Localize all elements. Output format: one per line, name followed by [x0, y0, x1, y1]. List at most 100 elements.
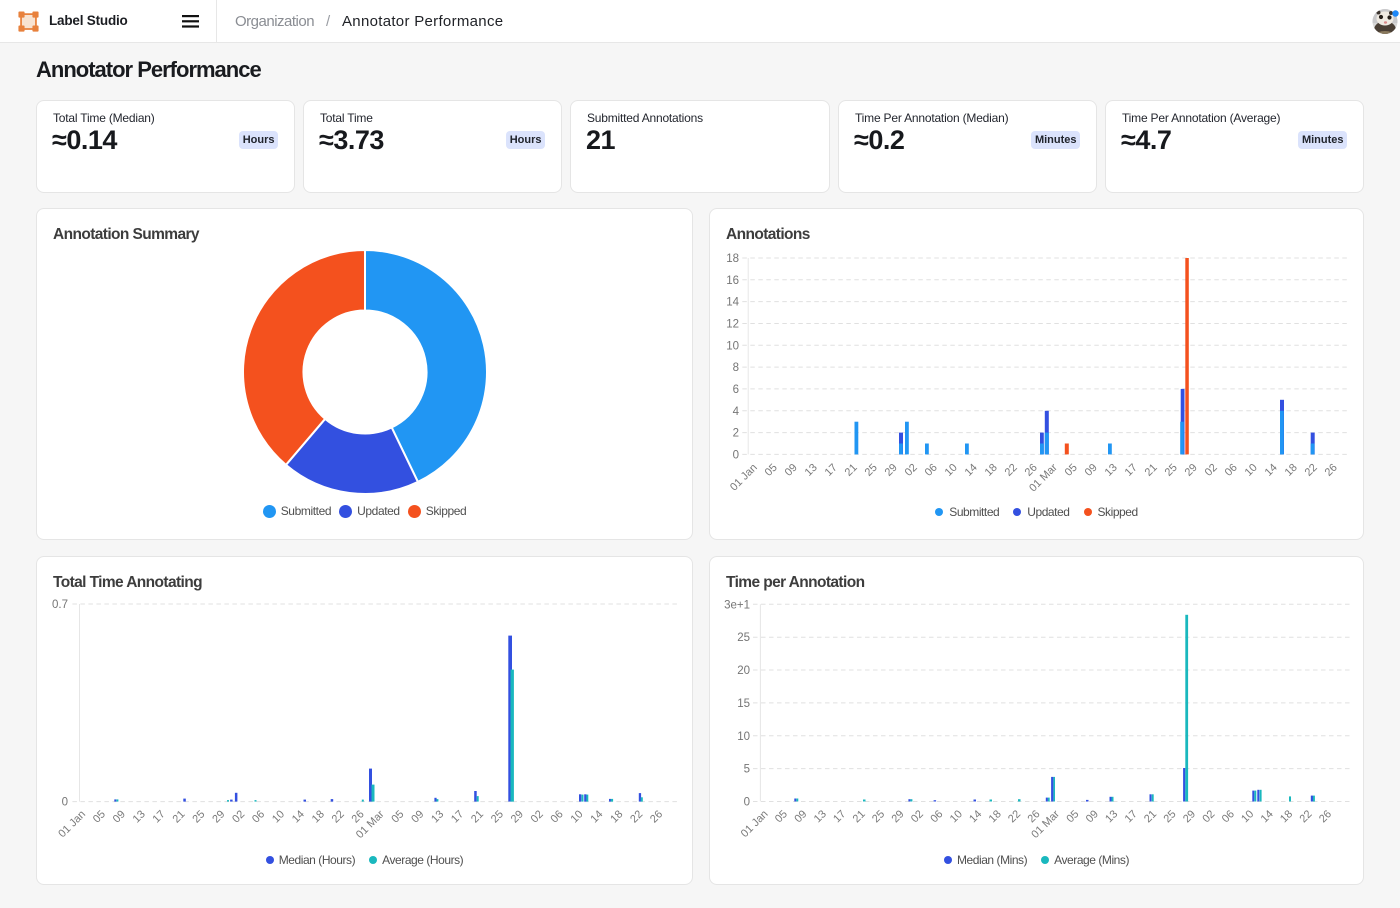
svg-text:10: 10	[270, 808, 287, 825]
svg-text:13: 13	[803, 462, 820, 479]
svg-text:25: 25	[1161, 808, 1178, 825]
svg-text:0: 0	[744, 797, 750, 809]
svg-text:10: 10	[568, 808, 585, 825]
svg-text:22: 22	[330, 808, 347, 825]
svg-text:13: 13	[131, 808, 148, 825]
svg-text:17: 17	[449, 808, 466, 825]
svg-text:8: 8	[733, 362, 739, 374]
svg-text:17: 17	[151, 808, 168, 825]
svg-text:22: 22	[1303, 462, 1320, 479]
svg-text:5: 5	[744, 764, 750, 776]
svg-text:29: 29	[509, 808, 526, 825]
svg-text:05: 05	[773, 808, 790, 825]
svg-text:29: 29	[889, 808, 906, 825]
svg-text:09: 09	[783, 462, 800, 479]
svg-text:14: 14	[726, 297, 739, 309]
svg-text:0: 0	[62, 797, 68, 809]
svg-text:15: 15	[737, 698, 750, 710]
svg-text:6: 6	[733, 384, 739, 396]
svg-text:02: 02	[230, 808, 247, 825]
svg-text:02: 02	[1203, 462, 1220, 479]
svg-text:01 Jan: 01 Jan	[56, 808, 88, 840]
svg-text:0.7: 0.7	[52, 599, 68, 611]
svg-text:18: 18	[1278, 808, 1295, 825]
svg-text:18: 18	[310, 808, 327, 825]
svg-text:09: 09	[792, 808, 809, 825]
svg-text:10: 10	[948, 808, 965, 825]
svg-text:14: 14	[290, 808, 307, 825]
svg-text:12: 12	[726, 319, 739, 331]
svg-text:25: 25	[190, 808, 207, 825]
svg-text:29: 29	[883, 462, 900, 479]
svg-text:26: 26	[1323, 462, 1340, 479]
svg-text:10: 10	[943, 462, 960, 479]
svg-text:16: 16	[726, 275, 739, 287]
svg-text:05: 05	[389, 808, 406, 825]
svg-text:17: 17	[823, 462, 840, 479]
svg-text:05: 05	[1064, 808, 1081, 825]
svg-text:3e+1: 3e+1	[724, 599, 750, 611]
svg-text:13: 13	[429, 808, 446, 825]
svg-text:02: 02	[903, 462, 920, 479]
svg-text:29: 29	[1183, 462, 1200, 479]
svg-text:05: 05	[91, 808, 108, 825]
svg-text:26: 26	[1317, 808, 1334, 825]
svg-text:18: 18	[983, 462, 1000, 479]
svg-text:21: 21	[170, 808, 187, 825]
svg-text:10: 10	[1243, 462, 1260, 479]
svg-text:14: 14	[967, 808, 984, 825]
svg-text:2: 2	[733, 428, 739, 440]
svg-text:0: 0	[733, 449, 739, 461]
svg-text:02: 02	[909, 808, 926, 825]
svg-text:21: 21	[1142, 808, 1159, 825]
svg-text:13: 13	[1103, 462, 1120, 479]
svg-text:25: 25	[489, 808, 506, 825]
svg-text:06: 06	[549, 808, 566, 825]
svg-text:17: 17	[831, 808, 848, 825]
svg-text:18: 18	[726, 253, 739, 265]
svg-text:09: 09	[1084, 808, 1101, 825]
svg-text:18: 18	[1283, 462, 1300, 479]
svg-text:06: 06	[250, 808, 267, 825]
svg-text:25: 25	[737, 632, 750, 644]
svg-text:22: 22	[1297, 808, 1314, 825]
svg-text:26: 26	[648, 808, 665, 825]
svg-text:21: 21	[1143, 462, 1160, 479]
svg-text:25: 25	[870, 808, 887, 825]
svg-text:06: 06	[1223, 462, 1240, 479]
svg-text:29: 29	[210, 808, 227, 825]
svg-text:10: 10	[1239, 808, 1256, 825]
svg-text:18: 18	[987, 808, 1004, 825]
svg-text:21: 21	[469, 808, 486, 825]
svg-text:10: 10	[726, 340, 739, 352]
svg-text:05: 05	[1063, 462, 1080, 479]
svg-text:4: 4	[733, 406, 740, 418]
svg-text:09: 09	[409, 808, 426, 825]
svg-text:25: 25	[863, 462, 880, 479]
svg-text:21: 21	[851, 808, 868, 825]
svg-text:21: 21	[843, 462, 860, 479]
svg-text:10: 10	[737, 731, 750, 743]
svg-text:14: 14	[588, 808, 605, 825]
svg-text:02: 02	[1200, 808, 1217, 825]
svg-text:25: 25	[1163, 462, 1180, 479]
svg-text:18: 18	[608, 808, 625, 825]
svg-text:29: 29	[1181, 808, 1198, 825]
svg-text:22: 22	[628, 808, 645, 825]
svg-text:09: 09	[111, 808, 128, 825]
svg-text:06: 06	[928, 808, 945, 825]
svg-text:14: 14	[1263, 462, 1280, 479]
svg-text:20: 20	[737, 665, 750, 677]
svg-text:06: 06	[923, 462, 940, 479]
svg-text:14: 14	[1259, 808, 1276, 825]
svg-text:13: 13	[1103, 808, 1120, 825]
svg-text:01 Jan: 01 Jan	[739, 808, 771, 840]
svg-text:09: 09	[1083, 462, 1100, 479]
svg-text:22: 22	[1003, 462, 1020, 479]
svg-text:22: 22	[1006, 808, 1023, 825]
svg-text:05: 05	[763, 462, 780, 479]
svg-text:02: 02	[529, 808, 546, 825]
svg-text:01 Jan: 01 Jan	[728, 462, 760, 494]
svg-text:06: 06	[1220, 808, 1237, 825]
svg-text:14: 14	[963, 462, 980, 479]
